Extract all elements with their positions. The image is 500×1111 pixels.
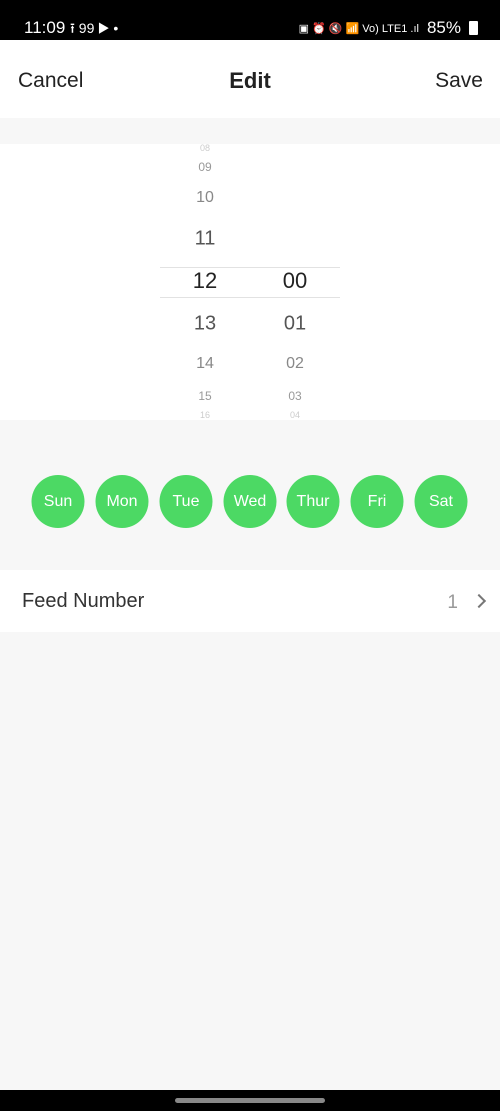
day-toggle-sun[interactable]: Sun (31, 475, 85, 528)
battery-level: 85% (426, 18, 461, 37)
hour-option[interactable]: 15 (198, 389, 211, 403)
feed-number-row[interactable]: Feed Number 1 (0, 570, 500, 632)
minute-option[interactable]: 01 (284, 313, 306, 336)
hour-option[interactable]: 10 (196, 189, 214, 207)
time-picker: 08 09 10 11 12 13 14 15 16 00 01 02 03 04 (0, 144, 500, 420)
chevron-right-icon (471, 593, 487, 609)
minute-option[interactable]: 00 (283, 268, 307, 294)
feed-number-value: 1 (447, 592, 458, 613)
home-handle[interactable] (175, 1098, 325, 1103)
day-toggle-mon[interactable]: Mon (95, 475, 149, 528)
status-bar: 11:09 ⭱ 99 ▶ • ▣ ⏰ 🔇 📶 Vo) LTE1 .ıl 85% (0, 0, 500, 40)
minute-option[interactable]: 03 (288, 389, 301, 403)
day-toggle-fri[interactable]: Fri (350, 475, 404, 528)
selection-divider (160, 297, 340, 298)
hour-option[interactable]: 16 (200, 410, 210, 420)
hour-option[interactable]: 11 (195, 228, 216, 251)
battery-icon (469, 21, 478, 35)
status-right: ▣ ⏰ 🔇 📶 Vo) LTE1 .ıl 85% (299, 18, 478, 38)
weekday-selector: Sun Mon Tue Wed Thur Fri Sat (0, 475, 500, 528)
hour-option[interactable]: 13 (194, 313, 216, 336)
save-button[interactable]: Save (435, 69, 483, 93)
selection-divider (160, 267, 340, 268)
header: Cancel Edit Save (0, 40, 500, 118)
feed-number-label: Feed Number (22, 590, 145, 612)
hour-option[interactable]: 09 (198, 160, 211, 174)
hour-option[interactable]: 14 (196, 355, 214, 373)
system-icons: ▣ ⏰ 🔇 📶 Vo) LTE1 .ıl (298, 22, 419, 35)
minute-option[interactable]: 02 (286, 355, 304, 373)
day-toggle-thur[interactable]: Thur (286, 475, 340, 528)
clock: 11:09 (24, 18, 66, 37)
minute-option[interactable]: 04 (290, 410, 300, 420)
hour-option[interactable]: 08 (200, 144, 210, 153)
day-toggle-sat[interactable]: Sat (414, 475, 468, 528)
page-title: Edit (229, 68, 271, 93)
day-toggle-wed[interactable]: Wed (223, 475, 277, 528)
status-time: 11:09 ⭱ 99 ▶ • (24, 18, 118, 42)
notification-icons: ⭱ 99 ▶ • (70, 20, 119, 36)
navigation-bar (0, 1090, 500, 1111)
day-toggle-tue[interactable]: Tue (159, 475, 213, 528)
hour-option[interactable]: 12 (193, 268, 217, 294)
